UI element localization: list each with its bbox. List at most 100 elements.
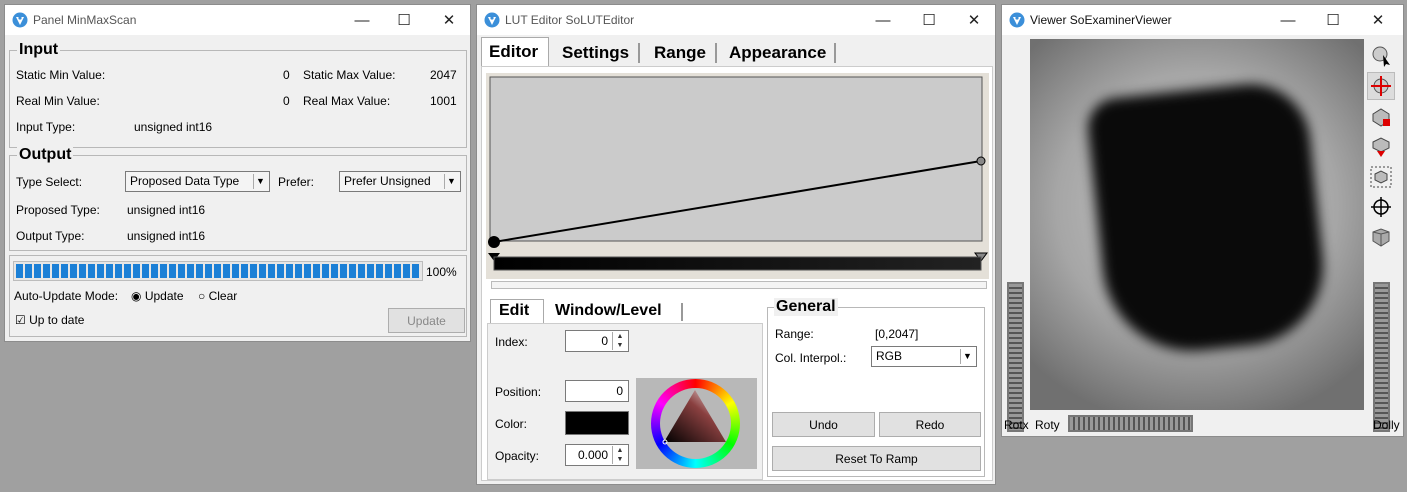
window-title: LUT Editor SoLUTEditor <box>505 13 635 27</box>
dolly-label: Dolly <box>1373 418 1400 432</box>
radio-unchecked-icon: ○ <box>198 289 206 303</box>
proposed-type-label: Proposed Type: <box>16 203 100 217</box>
maximize-button[interactable]: ☐ <box>382 5 426 35</box>
clear-radio-label: Clear <box>208 289 238 303</box>
checkbox-checked-icon: ☑ <box>15 313 26 327</box>
lut-control-point <box>976 156 986 166</box>
tab-range[interactable]: Range <box>654 43 706 63</box>
minimize-button[interactable]: — <box>340 5 384 35</box>
app-logo-icon <box>484 12 500 28</box>
horizontal-scrollbar[interactable] <box>491 281 987 289</box>
lut-color-bar <box>493 256 982 271</box>
subtab-edit[interactable]: Edit <box>499 302 529 320</box>
rotx-label: Rotx <box>1004 418 1029 432</box>
app-logo-icon <box>1009 12 1025 28</box>
index-label: Index: <box>495 335 528 349</box>
roty-label: Roty <box>1035 418 1060 432</box>
static-min-label: Static Min Value: <box>16 68 106 82</box>
viewer-titlebar[interactable]: Viewer SoExaminerViewer — ☐ ✕ <box>1002 5 1403 35</box>
index-value: 0 <box>601 334 608 348</box>
real-max-value: 1001 <box>430 94 457 108</box>
view-all-icon[interactable] <box>1367 163 1395 191</box>
set-home-icon[interactable] <box>1367 133 1395 161</box>
window-title: Panel MinMaxScan <box>33 13 137 27</box>
chevron-down-icon: ▼ <box>960 349 974 364</box>
maximize-button[interactable]: ☐ <box>1311 5 1355 35</box>
tab-separator <box>638 43 640 63</box>
static-max-label: Static Max Value: <box>303 68 396 82</box>
input-type-label: Input Type: <box>16 120 76 134</box>
minimize-button[interactable]: — <box>1266 5 1310 35</box>
auto-update-label: Auto-Update Mode: <box>14 289 119 303</box>
interp-combo[interactable]: RGB ▼ <box>871 346 977 367</box>
maximize-button[interactable]: ☐ <box>907 5 951 35</box>
position-value: 0 <box>616 384 623 398</box>
lut-titlebar[interactable]: LUT Editor SoLUTEditor — ☐ ✕ <box>477 5 995 35</box>
tab-separator <box>834 43 836 63</box>
chevron-down-icon: ▼ <box>444 174 458 189</box>
pick-mode-icon[interactable] <box>1367 42 1395 70</box>
real-max-label: Real Max Value: <box>303 94 391 108</box>
static-min-value: 0 <box>283 68 290 82</box>
type-select-value: Proposed Data Type <box>130 174 240 188</box>
window-title: Viewer SoExaminerViewer <box>1030 13 1172 27</box>
lut-editor-window: LUT Editor SoLUTEditor — ☐ ✕ Editor Sett… <box>476 4 996 485</box>
rendered-volume <box>1085 78 1331 360</box>
rotx-wheel[interactable] <box>1007 282 1024 432</box>
subtab-window-level[interactable]: Window/Level <box>555 302 662 320</box>
reset-to-ramp-button[interactable]: Reset To Ramp <box>772 446 981 471</box>
prefer-combo[interactable]: Prefer Unsigned ▼ <box>339 171 461 192</box>
panel-titlebar[interactable]: Panel MinMaxScan — ☐ ✕ <box>5 5 470 35</box>
tab-appearance[interactable]: Appearance <box>729 43 826 63</box>
index-spinbox[interactable]: 0 ▲ ▼ <box>565 330 629 352</box>
opacity-label: Opacity: <box>495 449 540 463</box>
general-group-title: General <box>774 298 838 316</box>
color-swatch[interactable] <box>565 411 629 435</box>
output-group-title: Output <box>17 146 74 164</box>
clear-radio[interactable]: ○ Clear <box>198 289 237 303</box>
home-icon[interactable] <box>1367 103 1395 131</box>
dolly-wheel[interactable] <box>1373 282 1390 432</box>
seek-icon[interactable] <box>1367 193 1395 221</box>
update-button[interactable]: Update <box>388 308 465 333</box>
undo-button[interactable]: Undo <box>772 412 875 437</box>
close-button[interactable]: ✕ <box>427 5 471 35</box>
progress-percent: 100% <box>426 265 457 279</box>
position-label: Position: <box>495 385 542 399</box>
progress-bar <box>13 261 423 281</box>
color-wheel-picker[interactable] <box>636 378 757 469</box>
progress-bar-fill <box>16 264 420 278</box>
tab-editor[interactable]: Editor <box>489 42 538 62</box>
position-field[interactable]: 0 <box>565 380 629 402</box>
prefer-label: Prefer: <box>278 175 315 189</box>
redo-button[interactable]: Redo <box>879 412 981 437</box>
real-min-value: 0 <box>283 94 290 108</box>
viewer-canvas[interactable] <box>1030 39 1364 410</box>
tab-settings[interactable]: Settings <box>562 43 629 63</box>
close-button[interactable]: ✕ <box>952 5 996 35</box>
view-mode-icon[interactable] <box>1367 72 1395 100</box>
tab-separator <box>715 43 717 63</box>
saturation-triangle[interactable] <box>660 388 731 459</box>
minimize-button[interactable]: — <box>861 5 905 35</box>
close-button[interactable]: ✕ <box>1356 5 1400 35</box>
update-radio[interactable]: ◉ Update <box>131 289 184 303</box>
range-value: [0,2047] <box>875 327 919 341</box>
input-type-value: unsigned int16 <box>134 120 213 134</box>
spin-arrows-icon: ▲ ▼ <box>612 446 627 464</box>
opacity-value: 0.000 <box>577 448 608 462</box>
chevron-down-icon: ▼ <box>253 174 267 189</box>
lut-control-point <box>488 236 500 248</box>
viewer-window: Viewer SoExaminerViewer — ☐ ✕ <box>1001 4 1404 437</box>
opacity-spinbox[interactable]: 0.000 ▲ ▼ <box>565 444 629 466</box>
output-type-label: Output Type: <box>16 229 85 243</box>
output-type-value: unsigned int16 <box>127 229 206 243</box>
interp-value: RGB <box>876 349 903 363</box>
app-logo-icon <box>12 12 28 28</box>
roty-wheel[interactable] <box>1068 415 1193 432</box>
camera-type-icon[interactable] <box>1367 223 1395 251</box>
color-label: Color: <box>495 417 528 431</box>
lut-curve-area[interactable] <box>486 73 989 279</box>
up-to-date-checkbox[interactable]: ☑ Up to date <box>15 313 84 327</box>
type-select-combo[interactable]: Proposed Data Type ▼ <box>125 171 270 192</box>
